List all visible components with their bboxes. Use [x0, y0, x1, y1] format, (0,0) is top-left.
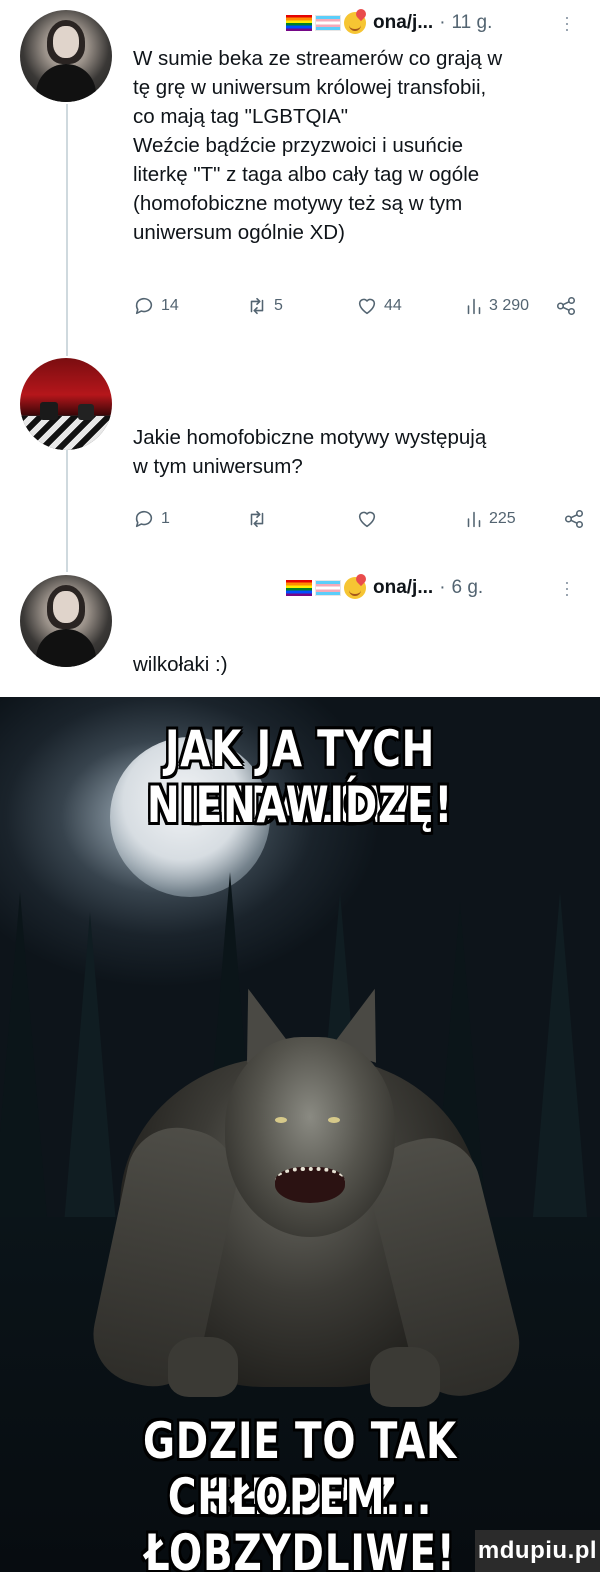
reply-icon	[135, 510, 153, 528]
views-button[interactable]: 3 290	[463, 295, 555, 317]
timestamp[interactable]: 6 g.	[452, 577, 484, 599]
view-count: 225	[489, 510, 516, 527]
share-icon	[556, 296, 576, 316]
reply-button[interactable]: 1	[133, 508, 246, 530]
rainbow-flag-icon	[286, 15, 312, 31]
retweet-button[interactable]: 5	[246, 295, 356, 317]
tweet-actions: 14 5 44 3 290	[133, 295, 577, 317]
retweet-icon	[250, 297, 264, 315]
like-count: 44	[384, 297, 402, 314]
tweet-header: ona/j... · 6 g.	[286, 577, 483, 599]
meme-image: JAK JA TYCH PEDAŁÓW NIENAWIDZĘ! GDZIE TO…	[0, 697, 600, 1572]
more-options-icon[interactable]: · · ·	[564, 8, 570, 38]
tweet-thread: ona/j... · 11 g. · · · W sumie beka ze str…	[0, 0, 600, 697]
author-name[interactable]: ona/j...	[373, 577, 433, 599]
trans-flag-icon	[315, 580, 341, 596]
heart-icon	[358, 298, 376, 315]
more-options-icon[interactable]: · · ·	[564, 573, 570, 603]
share-icon	[564, 509, 584, 529]
avatar[interactable]	[20, 575, 112, 667]
meme-top-text-line2: NIENAWIDZĘ!	[146, 776, 454, 834]
profile-flags	[286, 577, 366, 599]
tweet-actions: 1 225	[133, 508, 585, 530]
tweet-text: W sumie beka ze streamerów co grają w tę…	[133, 47, 503, 244]
separator-dot: ·	[439, 577, 446, 598]
retweet-icon	[250, 510, 264, 528]
separator-dot: ·	[439, 12, 446, 33]
share-button[interactable]	[555, 295, 577, 317]
smiling-face-with-hearts-icon	[344, 577, 366, 599]
retweet-count: 5	[274, 297, 283, 314]
like-button[interactable]: 44	[356, 295, 463, 317]
avatar[interactable]	[20, 10, 112, 102]
like-button[interactable]	[356, 508, 463, 530]
heart-icon	[358, 511, 376, 528]
watermark: mdupiu.pl	[475, 1530, 600, 1572]
reply-button[interactable]: 14	[133, 295, 246, 317]
avatar[interactable]	[20, 358, 112, 450]
smiling-face-with-hearts-icon	[344, 12, 366, 34]
reply-count: 14	[161, 297, 179, 314]
retweet-button[interactable]	[246, 508, 356, 530]
views-bar-icon	[467, 298, 481, 315]
author-name[interactable]: ona/j...	[373, 12, 433, 34]
reply-icon	[135, 297, 153, 315]
views-bar-icon	[467, 511, 481, 528]
rainbow-flag-icon	[286, 580, 312, 596]
reply-count: 1	[161, 510, 170, 527]
profile-flags	[286, 12, 366, 34]
view-count: 3 290	[489, 297, 530, 314]
tweet-text: wilkołaki :)	[133, 653, 228, 676]
thread-line	[66, 104, 68, 356]
tweet-header: ona/j... · 11 g.	[286, 12, 492, 34]
share-button[interactable]	[563, 508, 585, 530]
views-button[interactable]: 225	[463, 508, 563, 530]
trans-flag-icon	[315, 15, 341, 31]
tweet-text: Jakie homofobiczne motywy występują w ty…	[133, 426, 487, 478]
meme-bottom-text-line2: CHŁOPEM... ŁOBZYDLIWE!	[144, 1468, 456, 1572]
timestamp[interactable]: 11 g.	[452, 12, 493, 34]
